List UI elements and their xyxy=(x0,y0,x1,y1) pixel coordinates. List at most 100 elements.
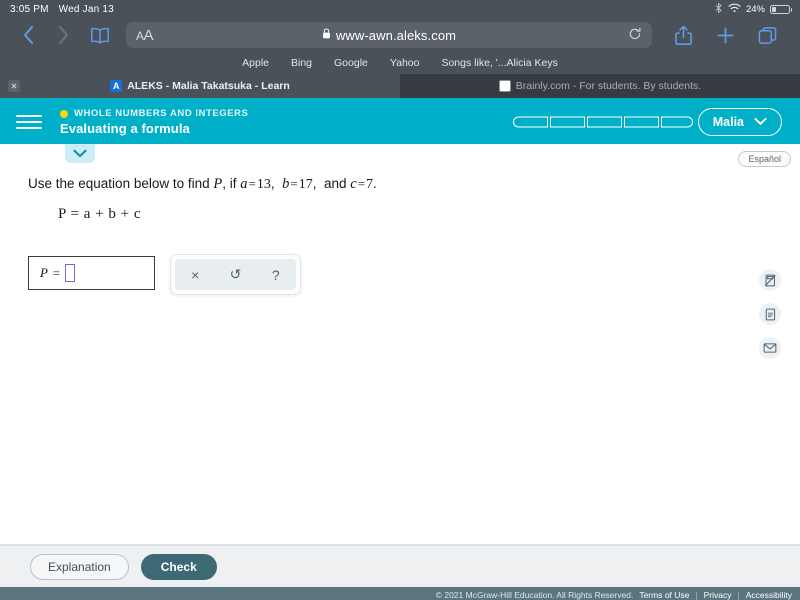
privacy-link[interactable]: Privacy xyxy=(704,590,732,600)
chevron-right-icon xyxy=(57,25,69,45)
text-page-icon[interactable] xyxy=(759,303,781,325)
answer-input[interactable]: P = xyxy=(28,256,155,290)
progress-segment xyxy=(550,117,585,128)
topic-label: WHOLE NUMBERS AND INTEGERS xyxy=(74,108,248,119)
tab-aleks-title: ALEKS - Malia Takatsuka - Learn xyxy=(127,80,290,92)
battery-icon xyxy=(770,5,790,14)
tabs-overview-button[interactable] xyxy=(746,20,788,50)
progress-segment xyxy=(513,117,548,128)
check-button[interactable]: Check xyxy=(141,554,217,580)
status-date: Wed Jan 13 xyxy=(59,4,114,15)
bluetooth-icon xyxy=(714,3,723,16)
calculator-disabled-icon[interactable] xyxy=(759,269,781,291)
given-a-eq: = xyxy=(248,176,257,191)
battery-percent: 24% xyxy=(746,4,765,15)
aleks-header: WHOLE NUMBERS AND INTEGERS Evaluating a … xyxy=(0,100,800,144)
favorite-google[interactable]: Google xyxy=(334,57,368,69)
url-display: www-awn.aleks.com xyxy=(126,28,652,43)
topic-status-dot-icon xyxy=(60,110,68,118)
question-target-variable: P xyxy=(213,176,222,192)
page-title: Evaluating a formula xyxy=(60,121,248,136)
given-a-var: a xyxy=(240,176,247,192)
reader-aa-button[interactable]: AA xyxy=(136,27,153,44)
copyright-text: © 2021 McGraw-Hill Education. All Rights… xyxy=(436,590,634,600)
tabs-icon xyxy=(758,26,777,45)
progress-bar xyxy=(513,117,693,128)
tab-brainly[interactable]: B Brainly.com - For students. By student… xyxy=(400,74,800,98)
envelope-icon[interactable] xyxy=(759,337,781,359)
lock-icon xyxy=(322,28,331,42)
favorite-bing[interactable]: Bing xyxy=(291,57,312,69)
formula-text: P = a + b + c xyxy=(58,206,141,223)
answer-entry-slot[interactable] xyxy=(65,264,75,282)
progress-segment xyxy=(624,117,659,128)
clear-x-icon[interactable]: × xyxy=(175,267,215,283)
url-text: www-awn.aleks.com xyxy=(336,28,456,43)
book-icon xyxy=(90,27,110,44)
given-c-var: c xyxy=(350,176,356,192)
wifi-icon xyxy=(728,3,741,16)
status-indicators: 24% xyxy=(714,3,790,16)
undo-icon[interactable]: ↺ xyxy=(216,266,256,283)
footer-separator: | xyxy=(695,590,697,600)
question-and-word: and xyxy=(324,176,347,191)
collapse-header-button[interactable] xyxy=(65,144,95,163)
answer-label: P xyxy=(40,265,48,281)
topic-line: WHOLE NUMBERS AND INTEGERS xyxy=(60,108,248,119)
accessibility-link[interactable]: Accessibility xyxy=(746,590,792,600)
plus-icon xyxy=(716,26,735,45)
status-time: 3:05 PM xyxy=(10,4,49,15)
given-c-eq: = xyxy=(357,176,366,191)
share-icon xyxy=(675,25,692,46)
favorite-apple[interactable]: Apple xyxy=(242,57,269,69)
answer-equals: = xyxy=(53,266,60,281)
forward-button[interactable] xyxy=(46,20,80,50)
tab-aleks[interactable]: ✕ A ALEKS - Malia Takatsuka - Learn xyxy=(0,74,400,98)
reload-button[interactable] xyxy=(628,27,642,44)
chevron-down-icon xyxy=(754,115,767,129)
given-b-eq: = xyxy=(289,176,298,191)
given-c-value: 7 xyxy=(366,177,373,192)
ipad-status-bar: 3:05 PM Wed Jan 13 24% xyxy=(0,0,800,18)
user-menu-button[interactable]: Malia xyxy=(698,108,782,136)
math-input-toolbar: × ↺ ? xyxy=(170,254,301,295)
header-titles: WHOLE NUMBERS AND INTEGERS Evaluating a … xyxy=(60,108,248,136)
language-toggle-button[interactable]: Español xyxy=(738,151,791,167)
user-name-label: Malia xyxy=(713,115,744,129)
question-text: Use the equation below to find P, if a=1… xyxy=(28,176,377,193)
new-tab-button[interactable] xyxy=(704,20,746,50)
brainly-favicon-icon: B xyxy=(499,80,511,92)
favorites-bar: Apple Bing Google Yahoo Songs like, '...… xyxy=(0,52,800,74)
close-icon[interactable]: ✕ xyxy=(8,80,20,92)
given-b-value: 17 xyxy=(299,177,313,192)
page-footer: © 2021 McGraw-Hill Education. All Rights… xyxy=(0,587,800,600)
question-mid: , if xyxy=(222,176,240,191)
progress-segment xyxy=(661,117,693,128)
explanation-button[interactable]: Explanation xyxy=(30,554,129,580)
back-button[interactable] xyxy=(12,20,46,50)
favorite-yahoo[interactable]: Yahoo xyxy=(390,57,420,69)
chevron-left-icon xyxy=(23,25,35,45)
given-a-value: 13 xyxy=(257,177,271,192)
problem-content-area: Español Use the equation below to find P… xyxy=(0,144,800,545)
side-tools xyxy=(759,269,781,359)
question-prefix: Use the equation below to find xyxy=(28,176,213,191)
address-bar[interactable]: AA www-awn.aleks.com xyxy=(126,22,652,48)
chevron-down-icon xyxy=(73,147,87,161)
hamburger-menu-icon[interactable] xyxy=(16,115,42,129)
reload-icon xyxy=(628,27,642,41)
bookmarks-button[interactable] xyxy=(80,20,120,50)
progress-segment xyxy=(587,117,622,128)
share-button[interactable] xyxy=(662,20,704,50)
tab-strip: ✕ A ALEKS - Malia Takatsuka - Learn B Br… xyxy=(0,74,800,100)
footer-separator: | xyxy=(737,590,739,600)
action-bar: Explanation Check xyxy=(0,545,800,587)
question-mark-icon[interactable]: ? xyxy=(256,267,296,283)
favorite-songs[interactable]: Songs like, '...Alicia Keys xyxy=(441,57,557,69)
tab-brainly-title: Brainly.com - For students. By students. xyxy=(516,80,701,92)
aleks-favicon-icon: A xyxy=(110,80,122,92)
question-suffix: . xyxy=(373,176,377,191)
safari-toolbar: AA www-awn.aleks.com xyxy=(0,18,800,52)
terms-of-use-link[interactable]: Terms of Use xyxy=(639,590,689,600)
math-input-toolbar-inner: × ↺ ? xyxy=(175,259,296,290)
